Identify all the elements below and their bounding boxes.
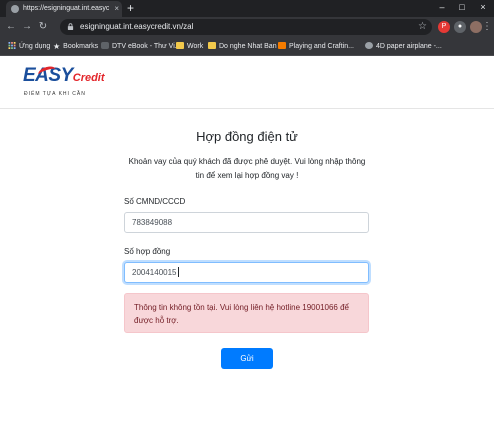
menu-kebab-icon[interactable]: ⋮ [480,19,494,35]
bookmark-star-icon[interactable]: ☆ [418,19,427,35]
text-caret [177,267,179,277]
address-bar[interactable]: esigninguat.int.easycredit.vn/zal ☆ [60,19,432,35]
page-description: Khoản vay của quý khách đã được phê duyệ… [128,157,366,180]
blogger-icon [278,42,286,49]
contract-number-label: Số hợp đồng [124,247,171,256]
bookmark-item[interactable]: Do nghe Nhat Ban [208,38,277,56]
contract-number-input[interactable]: 2004140015 [124,262,369,283]
logo-credit-text: Credit [72,72,105,84]
extension-icon[interactable]: ● [454,21,466,33]
contract-number-value: 2004140015 [132,268,177,277]
forward-arrow-icon[interactable]: → [20,19,34,35]
site-header: EASYCredit ĐIỂM TỰA KHI CẦN [0,57,494,109]
bookmark-item[interactable]: Ứng dụng [8,38,50,56]
url-text[interactable]: esigninguat.int.easycredit.vn/zal [80,19,193,35]
bookmark-item[interactable]: DTV eBook - Thư Vi... [101,38,181,56]
bookmark-label: Playing and Craftin... [289,43,354,50]
bookmark-item[interactable]: Work [176,38,203,56]
bookmark-label: 4D paper airplane -... [376,43,442,50]
bookmark-item[interactable]: ★ Bookmarks [53,38,98,56]
new-tab-button[interactable]: + [127,1,134,15]
browser-toolbar: ← → ↻ esigninguat.int.easycredit.vn/zal … [0,17,494,38]
error-alert: Thông tin không tồn tại. Vui lòng liên h… [124,293,369,333]
bookmark-label: Ứng dụng [19,43,51,50]
bookmark-label: DTV eBook - Thư Vi... [112,43,181,50]
submit-button[interactable]: Gửi [221,348,273,369]
bookmarks-bar: Ứng dụng ★ Bookmarks DTV eBook - Thư Vi..… [0,38,494,56]
lock-icon [67,23,74,30]
site-icon [365,42,373,49]
bookmark-item[interactable]: 4D paper airplane -... [365,38,442,56]
id-number-label: Số CMND/CCCD [124,197,186,206]
page-content: EASYCredit ĐIỂM TỰA KHI CẦN Hợp đồng điệ… [0,57,494,445]
id-number-input[interactable]: 783849088 [124,212,369,233]
browser-tab[interactable]: https://esigninguat.int.easycredit... × [6,1,122,17]
apps-grid-icon [8,42,16,49]
logo-tagline: ĐIỂM TỰA KHI CẦN [24,91,86,97]
tab-title: https://esigninguat.int.easycredit... [23,5,109,12]
minimize-window-button[interactable]: – [432,0,452,14]
close-tab-icon[interactable]: × [114,3,119,15]
folder-icon [176,42,184,49]
close-window-button[interactable]: × [473,0,493,14]
page-title: Hợp đồng điện tử [196,129,298,144]
bookmark-label: Bookmarks [63,43,99,50]
star-icon: ★ [53,42,61,51]
site-icon [101,42,109,49]
maximize-window-button[interactable]: □ [452,0,472,14]
easycredit-logo[interactable]: EASYCredit ĐIỂM TỰA KHI CẦN [23,64,105,97]
reload-icon[interactable]: ↻ [36,19,50,35]
id-number-value: 783849088 [132,218,173,227]
bookmark-label: Work [187,43,204,50]
browser-tabstrip: https://esigninguat.int.easycredit... × … [0,0,494,17]
globe-icon [11,5,19,13]
bookmark-label: Do nghe Nhat Ban [219,43,277,50]
bookmark-item[interactable]: Playing and Craftin... [278,38,354,56]
folder-icon [208,42,216,49]
back-arrow-icon[interactable]: ← [4,19,18,35]
pinterest-extension-icon[interactable]: P [438,21,450,33]
